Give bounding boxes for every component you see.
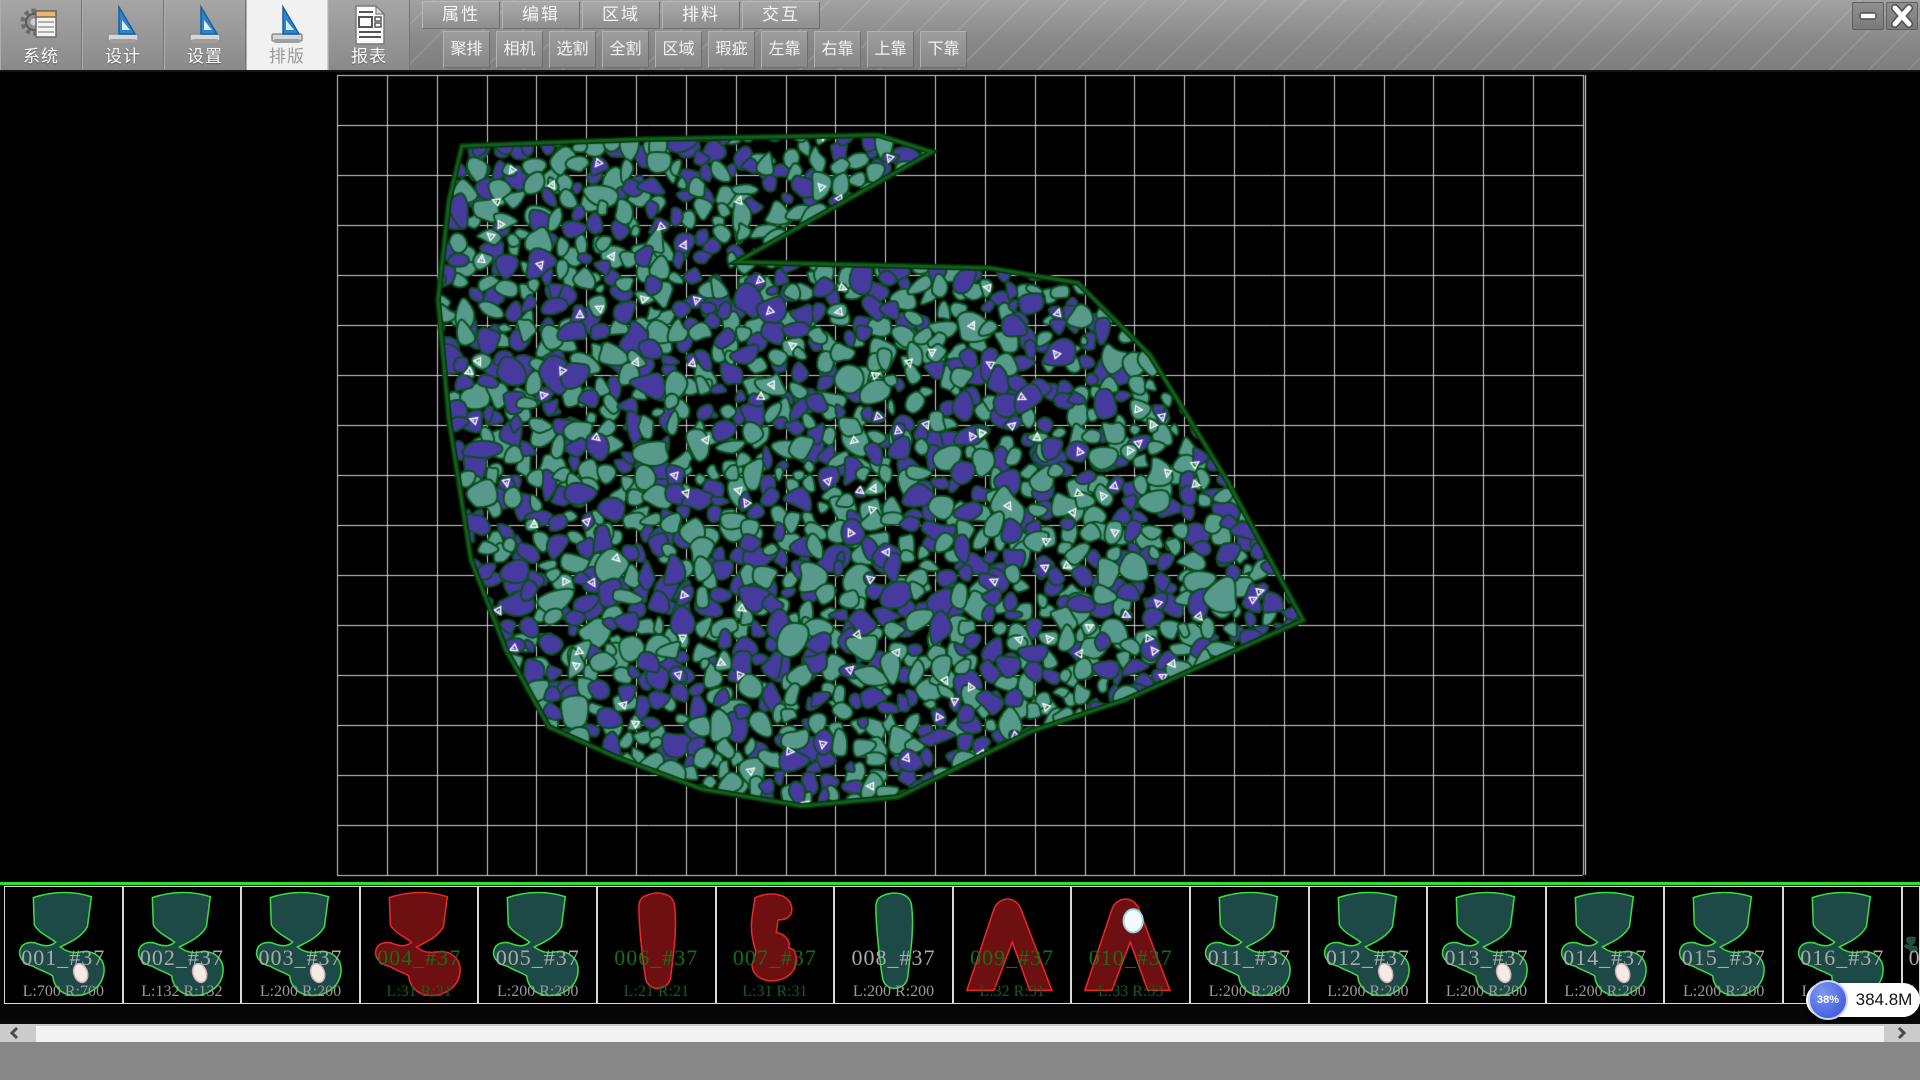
piece-lr-count: L:200 R:200 [479, 983, 596, 1001]
menu-buttons: 属性编辑区域排料交互 [422, 1, 822, 29]
piece-lr-count: L:200 R:200 [835, 983, 952, 1001]
nesting-canvas[interactable] [0, 72, 1920, 882]
piece-cell-001[interactable]: 001_#37 L:700 R:700 [4, 886, 123, 1004]
app-mode-buttons: 系统设计设置排版报表 [0, 0, 410, 70]
app-button-label: 设计 [83, 42, 163, 67]
scroll-right-arrow[interactable] [1886, 1024, 1920, 1042]
piece-label: 010_#37 [1072, 945, 1189, 971]
app-button-label: 设置 [165, 42, 245, 67]
tool-button-10[interactable]: 下靠 [920, 31, 967, 68]
piece-lr-count: L:132 R:132 [124, 983, 241, 1001]
piece-label: 009_#37 [954, 945, 1071, 971]
footer-bar [0, 1042, 1920, 1080]
settings-ruler-icon [183, 3, 227, 47]
piece-label: 005_#37 [479, 945, 596, 971]
menu-button-1[interactable]: 属性 [422, 1, 500, 29]
piece-label: 004_#37 [361, 945, 478, 971]
app-button-label: 报表 [329, 42, 409, 67]
app-button-1[interactable]: 系统 [0, 0, 82, 70]
tool-buttons: 聚排相机选割全割区域瑕疵左靠右靠上靠下靠 [443, 31, 973, 68]
piece-label: 006_#37 [598, 945, 715, 971]
piece-cell-015[interactable]: 015_#37 L:200 R:200 [1664, 886, 1783, 1004]
progress-percent-badge: 38% [1808, 980, 1848, 1020]
piece-label: 012_#37 [1310, 945, 1427, 971]
minimize-button[interactable] [1852, 2, 1884, 30]
piece-label: 003_#37 [242, 945, 359, 971]
piece-label: 007_#37 [717, 945, 834, 971]
tool-button-5[interactable]: 区域 [655, 31, 702, 68]
main-toolbar: 系统设计设置排版报表 属性编辑区域排料交互 聚排相机选割全割区域瑕疵左靠右靠上靠… [0, 0, 1920, 72]
system-gear-icon [19, 3, 63, 47]
piece-cell-008[interactable]: 008_#37 L:200 R:200 [834, 886, 953, 1004]
piece-lr-count: L:33 R:33 [1072, 983, 1189, 1001]
piece-cell-006[interactable]: 006_#37 L:21 R:21 [597, 886, 716, 1004]
piece-cell-014[interactable]: 014_#37 L:200 R:200 [1546, 886, 1665, 1004]
piece-cell-009[interactable]: 009_#37 L:32 R:31 [953, 886, 1072, 1004]
piece-lr-count: L:200 R:200 [1428, 983, 1545, 1001]
piece-cell-003[interactable]: 003_#37 L:200 R:200 [241, 886, 360, 1004]
memory-value: 384.8M [1854, 983, 1914, 1017]
menu-button-2[interactable]: 编辑 [502, 1, 580, 29]
piece-lr-count: L:32 R:31 [954, 983, 1071, 1001]
application-window: 系统设计设置排版报表 属性编辑区域排料交互 聚排相机选割全割区域瑕疵左靠右靠上靠… [0, 0, 1920, 1080]
app-button-label: 排版 [247, 42, 327, 67]
piece-cell-011[interactable]: 011_#37 L:200 R:200 [1190, 886, 1309, 1004]
piece-label: 001_#37 [5, 945, 122, 971]
app-button-5[interactable]: 报表 [328, 0, 410, 70]
piece-label: 017_#37 [1903, 945, 1919, 971]
app-button-4[interactable]: 排版 [246, 0, 328, 70]
piece-lr-count: L:200 R:200 [1547, 983, 1664, 1001]
piece-cell-013[interactable]: 013_#37 L:200 R:200 [1427, 886, 1546, 1004]
tool-button-4[interactable]: 全割 [602, 31, 649, 68]
close-button[interactable] [1886, 2, 1918, 30]
app-button-label: 系统 [1, 42, 81, 67]
piece-cell-007[interactable]: 007_#37 L:31 R:31 [716, 886, 835, 1004]
app-button-2[interactable]: 设计 [82, 0, 164, 70]
tool-button-9[interactable]: 上靠 [867, 31, 914, 68]
piece-cell-010[interactable]: 010_#37 L:33 R:33 [1071, 886, 1190, 1004]
nesting-ruler-icon [265, 3, 309, 47]
tool-button-2[interactable]: 相机 [496, 31, 543, 68]
piece-cell-012[interactable]: 012_#37 L:200 R:200 [1309, 886, 1428, 1004]
piece-cell-002[interactable]: 002_#37 L:132 R:132 [123, 886, 242, 1004]
piece-label: 013_#37 [1428, 945, 1545, 971]
piece-lr-count: L:700 R:700 [5, 983, 122, 1001]
tool-button-3[interactable]: 选割 [549, 31, 596, 68]
tool-button-8[interactable]: 右靠 [814, 31, 861, 68]
tool-button-1[interactable]: 聚排 [443, 31, 490, 68]
report-doc-icon [347, 3, 391, 47]
tool-button-7[interactable]: 左靠 [761, 31, 808, 68]
menu-button-5[interactable]: 交互 [742, 1, 820, 29]
piece-cell-005[interactable]: 005_#37 L:200 R:200 [478, 886, 597, 1004]
piece-lr-count: L:200 R:200 [1665, 983, 1782, 1001]
horizontal-scrollbar[interactable] [0, 1022, 1920, 1042]
memory-progress-pill[interactable]: 38% 384.8M [1806, 983, 1920, 1017]
app-button-3[interactable]: 设置 [164, 0, 246, 70]
piece-label: 002_#37 [124, 945, 241, 971]
piece-strip: 001_#37 L:700 R:700002_#37 L:132 R:132003_… [0, 882, 1920, 1022]
piece-lr-count: L:200 R:200 [1310, 983, 1427, 1001]
design-ruler-icon [101, 3, 145, 47]
piece-label: 015_#37 [1665, 945, 1782, 971]
window-controls [1852, 2, 1918, 30]
menu-button-4[interactable]: 排料 [662, 1, 740, 29]
piece-lr-count: L:31 R:31 [361, 983, 478, 1001]
piece-label: 011_#37 [1191, 945, 1308, 971]
piece-lr-count: L:21 R:21 [598, 983, 715, 1001]
strip-green-line [0, 882, 1920, 885]
piece-cell-004[interactable]: 004_#37 L:31 R:31 [360, 886, 479, 1004]
piece-lr-count: L:200 R:200 [242, 983, 359, 1001]
menu-button-3[interactable]: 区域 [582, 1, 660, 29]
piece-lr-count: L:31 R:31 [717, 983, 834, 1001]
tool-button-6[interactable]: 瑕疵 [708, 31, 755, 68]
scroll-left-arrow[interactable] [0, 1024, 34, 1042]
piece-lr-count: L:200 R:200 [1191, 983, 1308, 1001]
piece-label: 014_#37 [1547, 945, 1664, 971]
piece-label: 016_#37 [1784, 945, 1901, 971]
scrollbar-thumb[interactable] [36, 1026, 1884, 1042]
piece-label: 008_#37 [835, 945, 952, 971]
